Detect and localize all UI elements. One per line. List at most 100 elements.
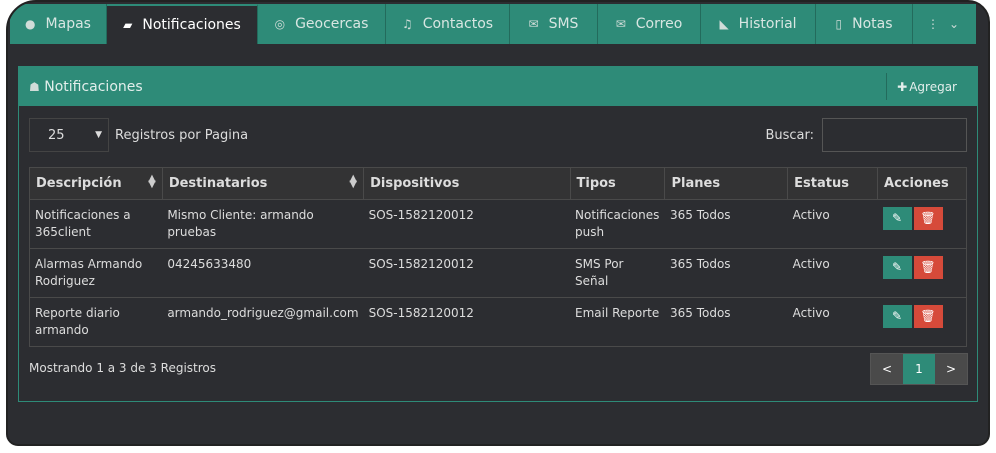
table-cell: SMS Por Señal xyxy=(570,248,665,298)
table-cell: Notificaciones push xyxy=(570,199,665,249)
tab-mapas[interactable]: ● Mapas xyxy=(10,4,107,44)
table-cell: Reporte diario armando xyxy=(29,297,163,347)
pagination: < 1 > xyxy=(870,353,968,385)
tab-label: Correo xyxy=(635,16,683,32)
caret-down-icon: ▼ xyxy=(95,130,102,140)
prev-page-button[interactable]: < xyxy=(871,354,903,384)
tab-notas[interactable]: ▯ Notas xyxy=(816,4,913,44)
column-header: Estatus xyxy=(787,167,879,200)
table-cell: 365 Todos xyxy=(664,297,788,347)
table-cell: 04245633480 xyxy=(162,248,364,298)
tab-historial[interactable]: ◣ Historial xyxy=(701,4,816,44)
file-icon: ▯ xyxy=(835,17,843,31)
notifications-panel: ☗ Notificaciones ✚ Agregar 25 ▼ Registros … xyxy=(18,66,978,402)
delete-button[interactable]: 🗑 xyxy=(913,207,943,230)
delete-button[interactable]: 🗑 xyxy=(913,305,943,328)
column-header[interactable]: Descripción ▲ ▼ xyxy=(29,167,163,200)
tab-bar: ● Mapas ▰ Notificaciones ◎ Geocercas ♫ Conta… xyxy=(10,4,976,44)
delete-button[interactable]: 🗑 xyxy=(913,256,943,279)
edit-button[interactable]: ✎ xyxy=(882,256,912,279)
column-header-label: Destinatarios xyxy=(168,176,268,191)
page-size-label: Registros por Pagina xyxy=(115,127,249,143)
search-input[interactable] xyxy=(822,118,967,152)
table-info: Mostrando 1 a 3 de 3 Registros xyxy=(29,361,217,375)
table-cell: SOS-1582120012 xyxy=(363,297,570,347)
tab-label: SMS xyxy=(548,16,579,32)
globe-icon: ● xyxy=(25,17,36,31)
user-icon: ☗ xyxy=(29,79,40,94)
next-page-button[interactable]: > xyxy=(935,354,967,384)
more-tabs-dropdown[interactable]: ⋮ ⌄ xyxy=(913,4,973,44)
tab-label: Geocercas xyxy=(295,16,369,32)
table-cell: Notificaciones a 365client xyxy=(29,199,163,249)
tab-correo[interactable]: ✉ Correo xyxy=(598,4,701,44)
edit-button[interactable]: ✎ xyxy=(882,305,912,328)
tab-label: Historial xyxy=(738,16,797,32)
page-size-select[interactable]: 25 ▼ xyxy=(29,118,109,152)
column-header-label: Dispositivos xyxy=(370,176,460,191)
column-header-label: Estatus xyxy=(794,176,849,191)
table-cell: Mismo Cliente: armando pruebas xyxy=(162,199,364,249)
edit-icon: ✎ xyxy=(891,260,903,274)
tab-label: Notificaciones xyxy=(142,17,241,33)
table-cell: armando_rodriguez@gmail.com xyxy=(162,297,364,347)
search-label: Buscar: xyxy=(765,127,814,143)
tab-label: Contactos xyxy=(422,16,494,32)
more-vertical-icon: ⋮ xyxy=(926,17,939,31)
comment-icon: ▰ xyxy=(123,18,133,32)
actions-cell: ✎ 🗑 xyxy=(877,297,967,347)
tab-notificaciones[interactable]: ▰ Notificaciones xyxy=(107,4,258,44)
table-row: Alarmas Armando Rodriguez 04245633480 SOS-… xyxy=(29,248,967,298)
column-header: Acciones xyxy=(877,167,967,200)
trash-icon: 🗑 xyxy=(920,260,936,274)
table-cell: 365 Todos xyxy=(664,199,788,249)
table-row: Reporte diario armando armando_rodriguez@… xyxy=(29,297,967,347)
sort-icon[interactable]: ▲ ▼ xyxy=(148,174,156,190)
chevron-down-icon: ⌄ xyxy=(948,17,960,31)
column-header: Planes xyxy=(664,167,789,200)
sort-icon[interactable]: ▲ ▼ xyxy=(349,174,357,190)
column-header: Tipos xyxy=(569,167,666,200)
add-button[interactable]: ✚ Agregar xyxy=(886,73,977,100)
table-row: Notificaciones a 365client Mismo Cliente:… xyxy=(29,199,967,249)
trash-icon: 🗑 xyxy=(920,309,936,323)
table-controls: 25 ▼ Registros por Pagina Buscar: xyxy=(29,118,967,152)
edit-icon: ✎ xyxy=(891,309,903,323)
actions-cell: ✎ 🗑 xyxy=(877,248,967,298)
tab-geocercas[interactable]: ◎ Geocercas xyxy=(258,4,386,44)
tab-label: Notas xyxy=(852,16,893,32)
envelope-outline-icon: ✉ xyxy=(528,17,539,31)
table-cell: 365 Todos xyxy=(664,248,788,298)
panel-header: ☗ Notificaciones ✚ Agregar xyxy=(19,67,977,106)
column-header-label: Descripción xyxy=(36,176,122,191)
table-cell: Activo xyxy=(787,297,878,347)
tab-contactos[interactable]: ♫ Contactos xyxy=(386,4,510,44)
page-1-button[interactable]: 1 xyxy=(903,354,935,384)
rss-icon: ◣ xyxy=(719,17,729,31)
add-label: Agregar xyxy=(909,79,957,94)
column-header-label: Tipos xyxy=(576,176,616,191)
bell-icon: ♫ xyxy=(401,17,413,31)
trash-icon: 🗑 xyxy=(920,211,936,225)
edit-button[interactable]: ✎ xyxy=(882,207,912,230)
compass-icon: ◎ xyxy=(274,17,286,31)
column-header: Dispositivos xyxy=(363,167,571,200)
tab-sms[interactable]: ✉ SMS xyxy=(510,4,598,44)
table-cell: Activo xyxy=(787,248,878,298)
column-header[interactable]: Destinatarios ▲ ▼ xyxy=(161,167,365,200)
page-size-value: 25 xyxy=(48,127,65,143)
plus-icon: ✚ xyxy=(897,79,908,94)
notifications-table: Descripción ▲ ▼ Destinatarios ▲ ▼ Dispositivos… xyxy=(29,167,967,347)
table-cell: Activo xyxy=(787,199,878,249)
column-header-label: Acciones xyxy=(884,176,949,191)
edit-icon: ✎ xyxy=(891,211,903,225)
envelope-icon: ✉ xyxy=(615,17,626,31)
panel-title-text: Notificaciones xyxy=(44,78,143,95)
panel-title: ☗ Notificaciones xyxy=(29,79,143,95)
tab-label: Mapas xyxy=(45,16,91,32)
table-cell: SOS-1582120012 xyxy=(363,248,570,298)
table-cell: SOS-1582120012 xyxy=(363,199,570,249)
app-window: ● Mapas ▰ Notificaciones ◎ Geocercas ♫ Conta… xyxy=(6,0,990,446)
actions-cell: ✎ 🗑 xyxy=(877,199,967,249)
table-cell: Alarmas Armando Rodriguez xyxy=(29,248,163,298)
